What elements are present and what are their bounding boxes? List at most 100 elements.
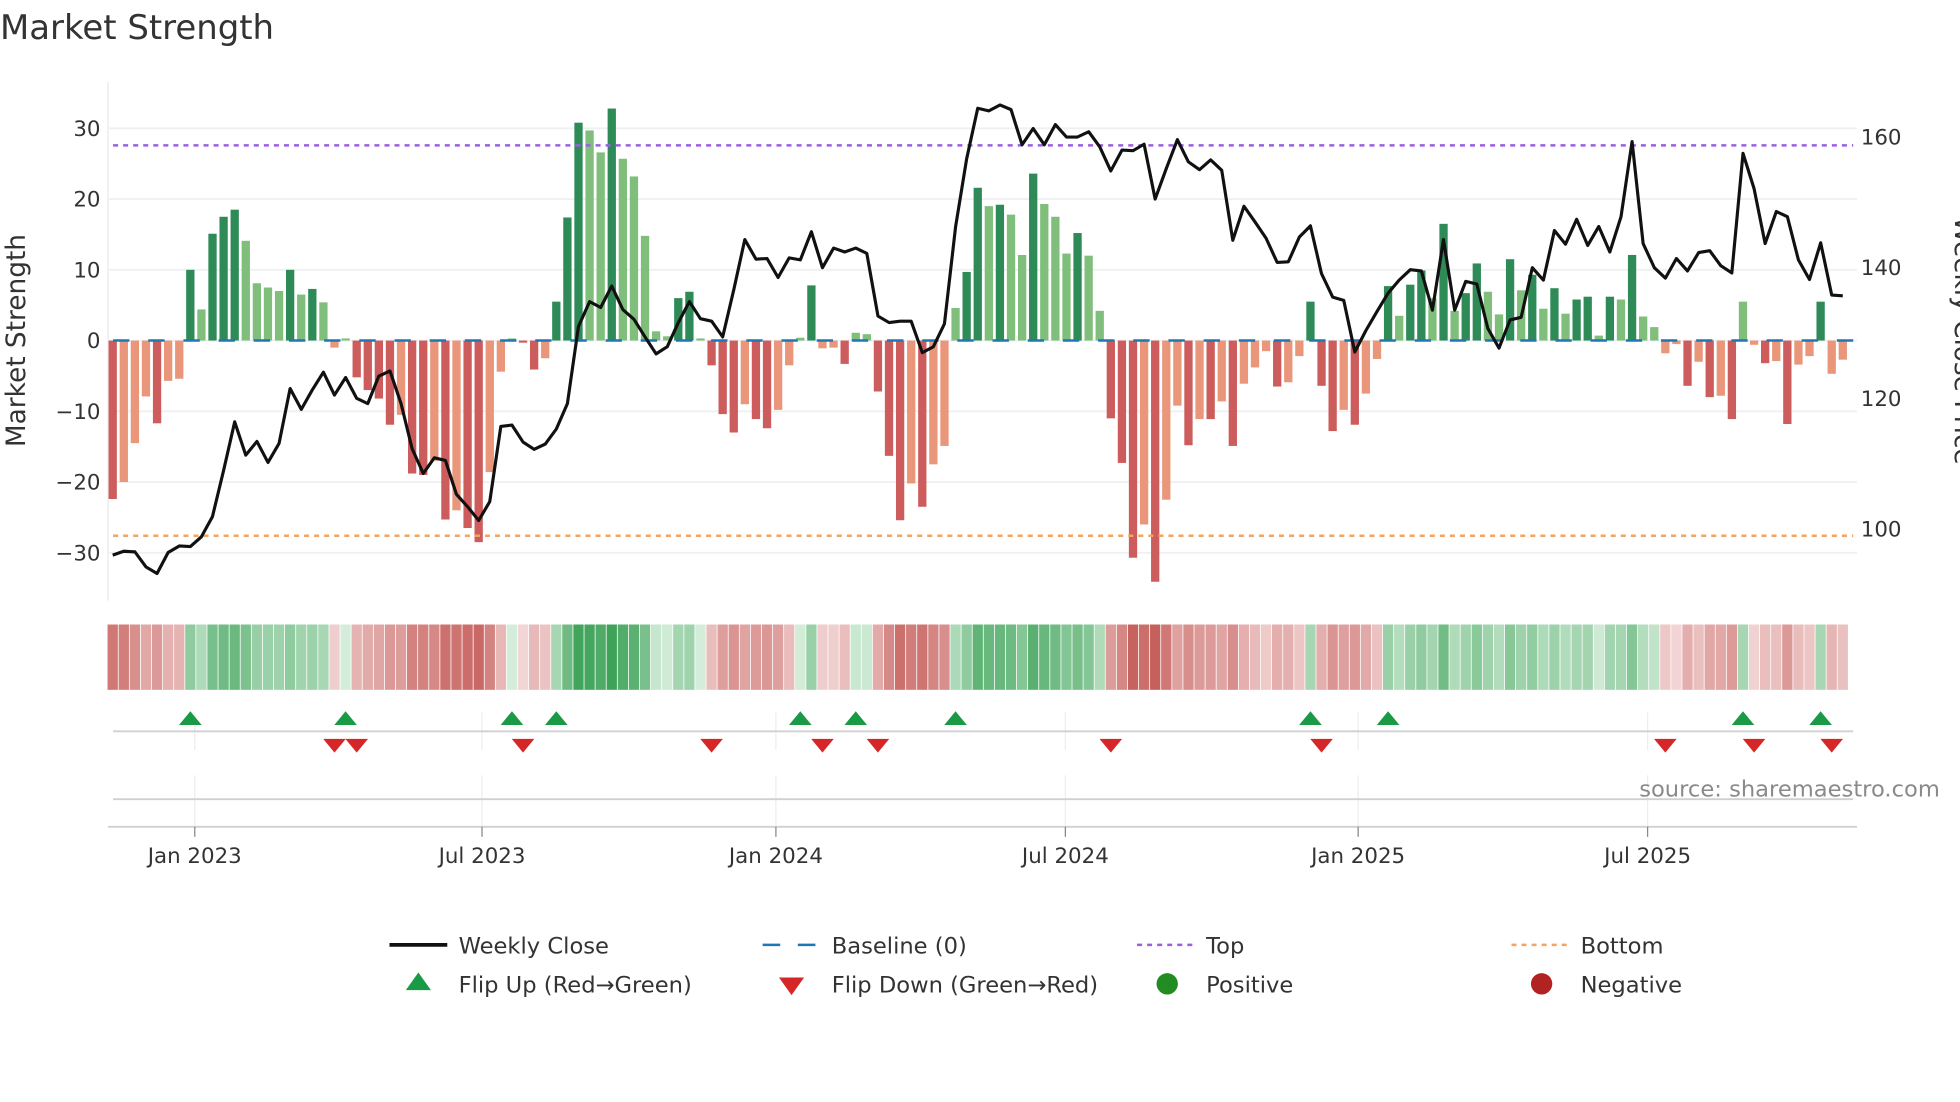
strength-bar [1217,340,1226,402]
strength-bar [607,108,616,341]
heat-cell [1138,624,1150,690]
strength-bar [1250,340,1260,368]
heat-cell [1360,624,1372,690]
heat-cell [1427,624,1438,690]
strength-bar [241,240,250,341]
flip-down-marker [1742,738,1766,753]
heat-cell [240,624,251,690]
heat-cell [1715,624,1726,690]
strength-bar [463,340,472,529]
strength-bar [529,340,539,370]
x-tick-label: Jul 2023 [437,844,526,869]
strength-bar [341,338,350,341]
strength-bar [208,233,217,341]
heat-cell [1815,624,1826,690]
strength-bar [895,340,905,521]
heat-cell [662,624,673,690]
heat-cell [828,624,839,690]
heat-cell [440,624,451,690]
heat-cell [1538,624,1549,690]
strength-bar [1062,253,1071,341]
heat-cell [950,624,961,690]
heat-cell [983,624,994,690]
strength-bar [918,340,927,507]
heat-cell [1394,624,1405,690]
heat-cell [1005,624,1017,690]
y2-tick-label: 140 [1861,256,1902,281]
heat-cell [1416,624,1427,690]
heat-cell [728,624,739,690]
strength-bar [552,301,561,341]
strength-bar [1539,308,1548,341]
strength-bar [496,340,506,372]
strength-bar [1683,340,1692,386]
heat-cell [1793,624,1804,690]
heat-cell [1726,624,1738,690]
strength-bar [119,340,128,483]
heat-cell [750,624,762,690]
strength-bar [1139,340,1149,525]
strength-bar [1339,340,1348,410]
heat-cell [1693,624,1704,690]
heat-cell [340,624,351,690]
strength-bar [319,302,328,341]
heat-cell [418,624,429,690]
strength-bar [518,340,528,343]
strength-bar [1328,340,1337,432]
heat-cell [262,624,274,690]
strength-bar [274,291,284,341]
y-tick-label: −10 [55,400,100,425]
strength-bar [740,340,749,405]
y-tick-label: 20 [73,188,100,213]
heat-cell [251,624,263,690]
flip-up-marker [1376,711,1400,726]
heat-cell [406,624,418,690]
flip-down-marker [323,738,346,753]
heat-cell [1105,624,1116,690]
heat-cell [1327,624,1338,690]
heat-cell [229,624,240,690]
heat-cell [540,624,551,690]
heat-cell [473,624,484,690]
heat-cell [839,624,850,690]
heat-cell [1205,624,1216,690]
strength-bar [563,217,572,341]
strength-bar [285,269,295,341]
heat-cell [1660,624,1671,690]
strength-bar [1073,233,1082,341]
strength-bar [1228,340,1237,446]
x-tick-label: Jul 2025 [1602,844,1691,869]
triangle-down-icon [778,977,805,996]
heat-cell [163,624,174,690]
strength-bar [640,235,650,341]
heat-cell [1516,624,1527,690]
heat-cell [772,624,784,690]
strength-bar [1783,340,1792,425]
flip-up-marker [334,711,357,726]
strength-bar [1794,340,1803,365]
strength-bar [197,309,206,341]
strength-bar [130,340,140,444]
heat-cell [917,624,928,690]
heat-cell [107,624,118,690]
flip-up-marker [500,711,524,726]
heat-cell [1061,624,1072,690]
heat-cell [1549,624,1560,690]
strength-bar [541,340,550,359]
strength-bar [1017,254,1027,341]
heat-cell [894,624,906,690]
heat-cell [384,624,396,690]
heat-cell [1216,624,1227,690]
heat-cell [1382,624,1394,690]
legend-label: Positive [1206,973,1293,999]
strength-bar [696,338,705,341]
strength-bar [252,283,262,341]
heat-cell [1782,624,1793,690]
strength-bar [1151,340,1160,582]
heat-cell [1771,624,1782,690]
strength-bar [1650,327,1659,341]
strength-bar [1261,340,1271,352]
strength-bar [1006,214,1016,341]
strength-bar [308,288,317,341]
heat-cell [1227,624,1238,690]
